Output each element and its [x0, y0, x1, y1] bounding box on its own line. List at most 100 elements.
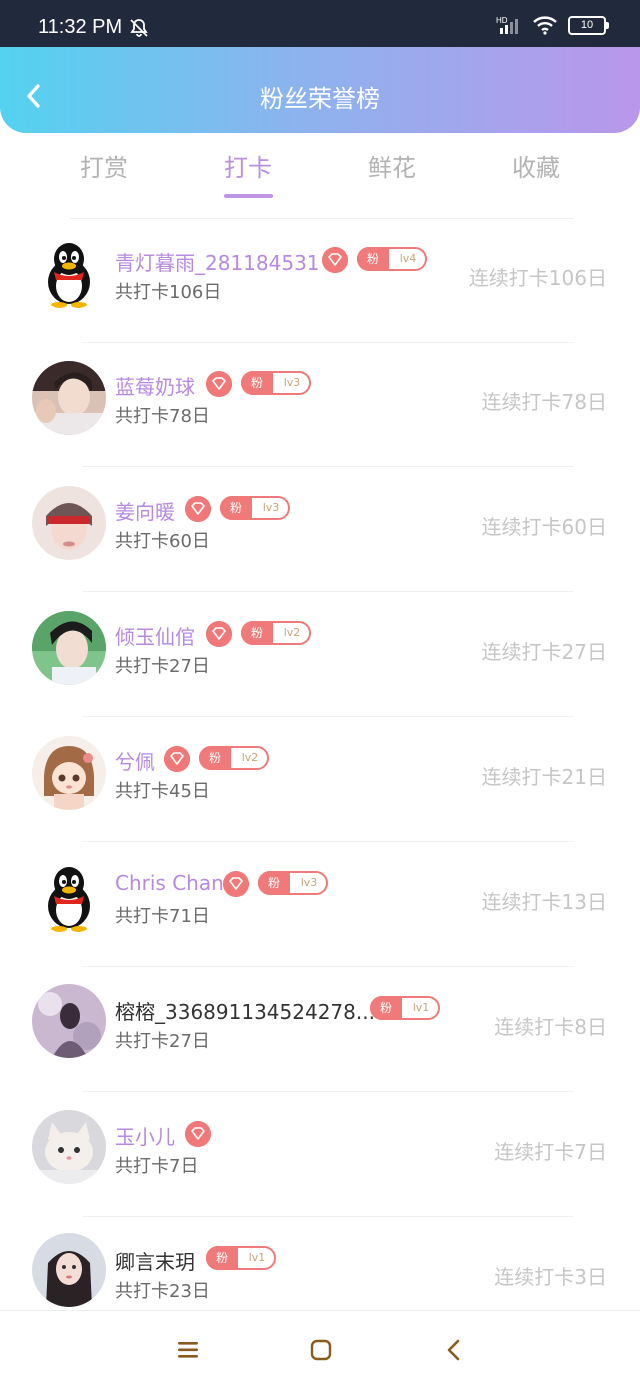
streak-label: 连续打卡106日 — [468, 266, 607, 290]
list-item[interactable]: 姜向暖 粉 lv3 共打卡60日 连续打卡60日 — [0, 468, 640, 592]
total-checkins: 共打卡23日 — [115, 1281, 210, 1302]
network-type-label: HD — [496, 16, 508, 25]
streak-label: 连续打卡7日 — [494, 1140, 607, 1164]
list-item[interactable]: 榕榕_336891134524278... 粉 lv1 共打卡27日 连续打卡8… — [0, 968, 640, 1092]
cat-avatar-icon — [32, 1110, 106, 1184]
penguin-avatar-icon — [32, 236, 106, 310]
system-nav-bar — [0, 1310, 640, 1388]
tab-checkin[interactable]: 打卡 — [176, 148, 320, 183]
total-checkins: 共打卡106日 — [115, 282, 222, 303]
photo-avatar-icon — [32, 486, 106, 560]
signal-icon: HD — [496, 16, 518, 34]
user-name[interactable]: 兮佩 — [115, 746, 155, 775]
list-item[interactable]: 兮佩 粉 lv2 共打卡45日 连续打卡21日 — [0, 718, 640, 842]
fan-badge-label: 粉 — [258, 871, 290, 895]
streak-label: 连续打卡8日 — [494, 1015, 607, 1039]
back-nav-icon[interactable] — [444, 1338, 464, 1362]
streak-label: 连续打卡60日 — [481, 515, 607, 539]
tab-reward[interactable]: 打赏 — [32, 148, 176, 183]
diamond-icon — [164, 746, 190, 772]
diamond-icon — [206, 371, 232, 397]
total-checkins: 共打卡71日 — [115, 906, 210, 927]
fan-badge-label: 粉 — [241, 621, 273, 645]
fan-badge-label: 粉 — [370, 996, 402, 1020]
divider — [82, 966, 574, 967]
fan-level-badge: 粉 lv1 — [206, 1246, 276, 1270]
user-name[interactable]: 青灯暮雨_281184531 — [115, 247, 320, 276]
diamond-icon — [322, 247, 348, 273]
divider — [82, 1091, 574, 1092]
total-checkins: 共打卡60日 — [115, 531, 210, 552]
total-checkins: 共打卡45日 — [115, 781, 210, 802]
menu-icon[interactable] — [176, 1339, 200, 1361]
fan-badge-label: 粉 — [241, 371, 273, 395]
photo-avatar-icon — [32, 1233, 106, 1307]
user-name[interactable]: 玉小儿 — [115, 1121, 175, 1150]
user-name[interactable]: 倾玉仙倌 — [115, 621, 195, 650]
fan-level-badge: 粉 lv1 — [370, 996, 440, 1020]
list-item[interactable]: 倾玉仙倌 粉 lv2 共打卡27日 连续打卡27日 — [0, 593, 640, 717]
tab-favorites[interactable]: 收藏 — [464, 148, 608, 183]
streak-label: 连续打卡27日 — [481, 640, 607, 664]
user-name[interactable]: 姜向暖 — [115, 496, 175, 525]
level-label: lv2 — [283, 626, 301, 639]
streak-label: 连续打卡13日 — [481, 890, 607, 914]
total-checkins: 共打卡78日 — [115, 406, 210, 427]
battery-icon: 10 — [568, 15, 609, 35]
diamond-icon — [206, 621, 232, 647]
fan-level-badge: 粉 lv2 — [241, 621, 311, 645]
mute-bell-icon — [130, 19, 148, 37]
status-time: 11:32 PM — [38, 16, 123, 38]
divider — [82, 591, 574, 592]
list-item[interactable]: 青灯暮雨_281184531 粉 lv4 共打卡106日 连续打卡106日 — [0, 219, 640, 343]
level-label: lv3 — [283, 376, 301, 389]
active-tab-indicator — [224, 194, 273, 198]
divider — [82, 1216, 574, 1217]
total-checkins: 共打卡7日 — [115, 1156, 199, 1177]
diamond-icon — [185, 1121, 211, 1147]
tab-flowers[interactable]: 鲜花 — [320, 148, 464, 183]
fan-level-badge: 粉 lv3 — [258, 871, 328, 895]
level-label: lv2 — [241, 751, 259, 764]
streak-label: 连续打卡78日 — [481, 390, 607, 414]
divider — [82, 466, 574, 467]
user-name[interactable]: Chris Chan — [115, 871, 224, 895]
list-item[interactable]: 蓝莓奶球 粉 lv3 共打卡78日 连续打卡78日 — [0, 343, 640, 467]
list-item[interactable]: 玉小儿 共打卡7日 连续打卡7日 — [0, 1093, 640, 1217]
fan-level-badge: 粉 lv3 — [241, 371, 311, 395]
wifi-icon — [533, 16, 557, 35]
fan-level-badge: 粉 lv2 — [199, 746, 269, 770]
page-title: 粉丝荣誉榜 — [260, 85, 380, 113]
level-label: lv3 — [262, 501, 280, 514]
battery-level: 10 — [580, 18, 594, 31]
photo-avatar-icon — [32, 361, 106, 435]
streak-label: 连续打卡21日 — [481, 765, 607, 789]
total-checkins: 共打卡27日 — [115, 1031, 210, 1052]
home-icon[interactable] — [309, 1338, 333, 1362]
streak-label: 连续打卡3日 — [494, 1265, 607, 1289]
fan-badge-label: 粉 — [357, 247, 389, 271]
user-name[interactable]: 卿言末玥 — [115, 1246, 195, 1275]
divider — [82, 716, 574, 717]
level-label: lv3 — [300, 876, 318, 889]
divider — [82, 841, 574, 842]
fan-level-badge: 粉 lv3 — [220, 496, 290, 520]
fan-level-badge: 粉 lv4 — [357, 247, 427, 271]
fan-badge-label: 粉 — [206, 1246, 238, 1270]
level-label: lv4 — [399, 252, 417, 265]
level-label: lv1 — [248, 1251, 266, 1264]
anime-avatar-icon — [32, 736, 106, 810]
fan-badge-label: 粉 — [199, 746, 231, 770]
level-label: lv1 — [412, 1001, 430, 1014]
tab-bar: 打赏 打卡 鲜花 收藏 — [0, 148, 640, 200]
total-checkins: 共打卡27日 — [115, 656, 210, 677]
diamond-icon — [223, 871, 249, 897]
photo-avatar-icon — [32, 984, 106, 1058]
user-name[interactable]: 榕榕_336891134524278... — [115, 996, 375, 1025]
list-item[interactable]: Chris Chan 粉 lv3 共打卡71日 连续打卡13日 — [0, 843, 640, 967]
penguin-avatar-icon — [32, 860, 106, 934]
diamond-icon — [185, 496, 211, 522]
status-bar: 11:32 PM HD 10 — [0, 0, 640, 47]
fan-badge-label: 粉 — [220, 496, 252, 520]
user-name[interactable]: 蓝莓奶球 — [115, 371, 195, 400]
